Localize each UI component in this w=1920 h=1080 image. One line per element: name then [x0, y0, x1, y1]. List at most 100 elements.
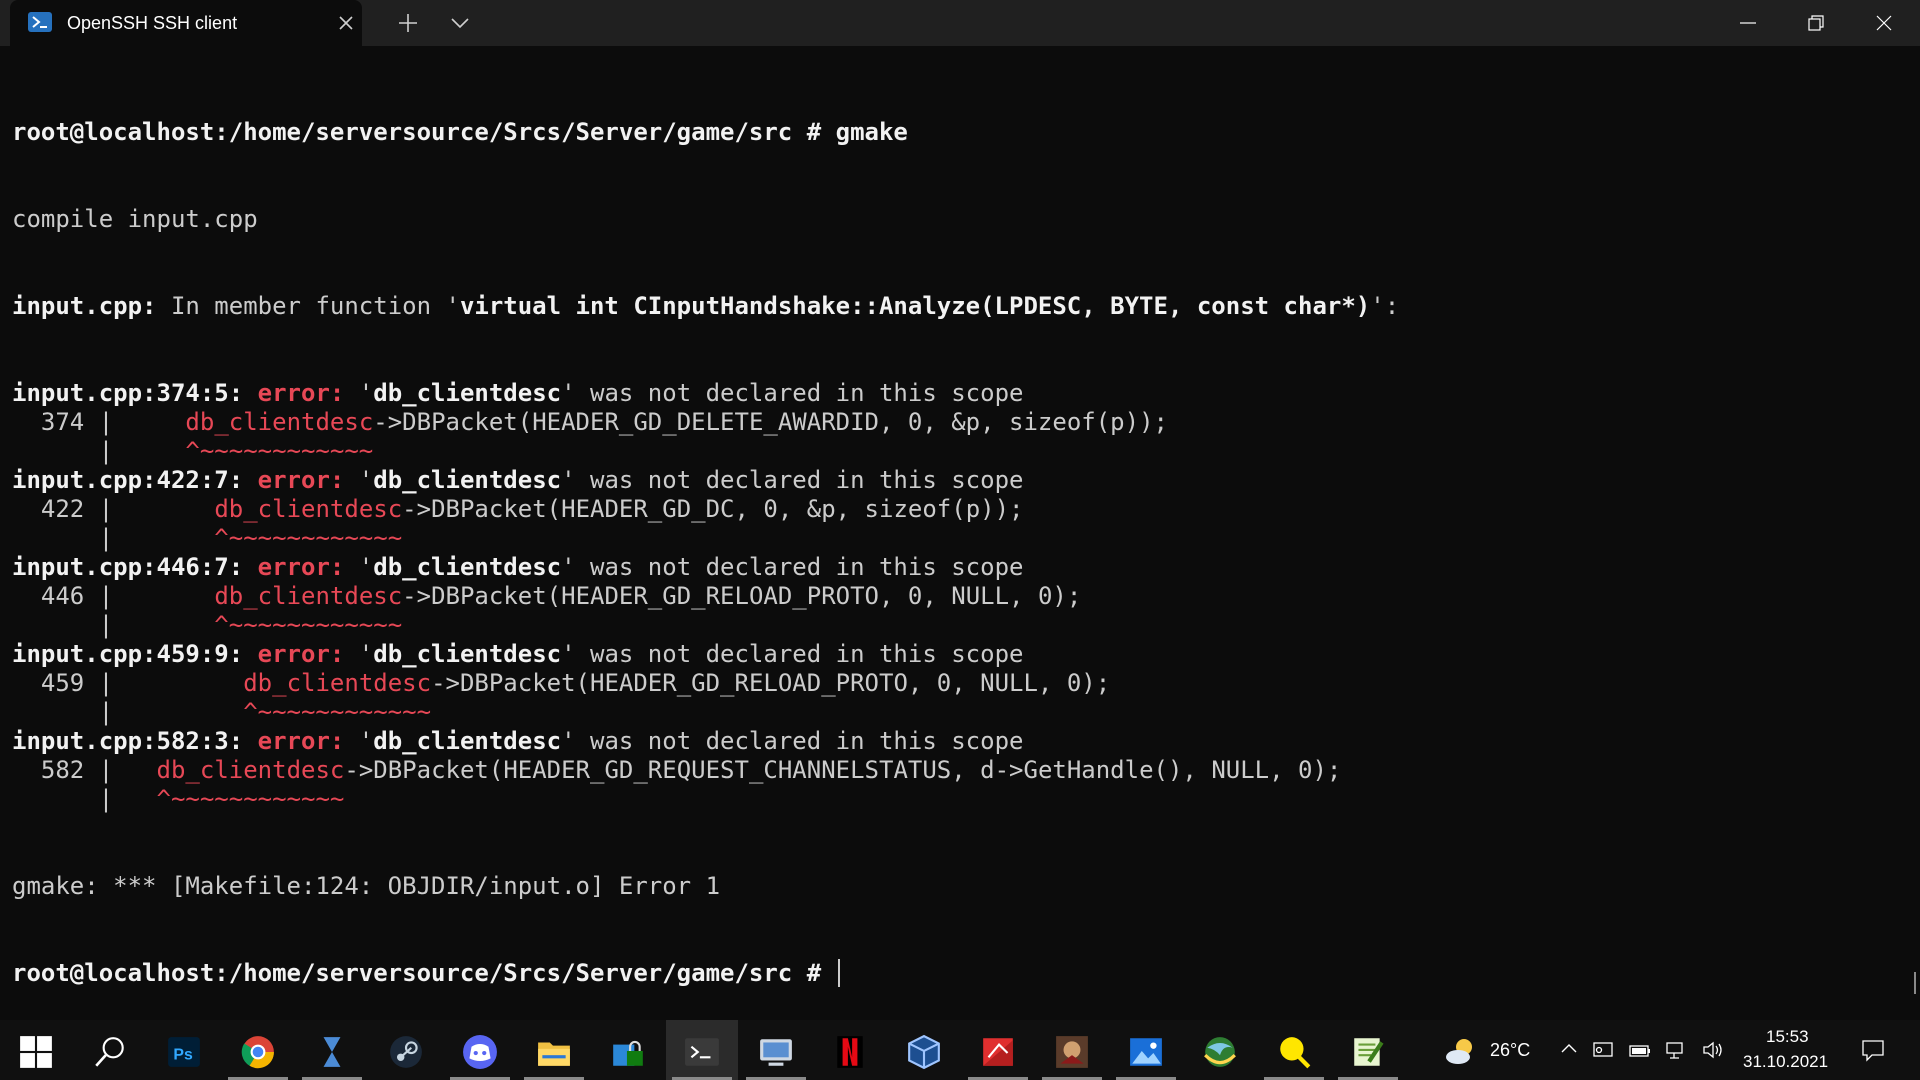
caret-marker: ^~~~~~~~~~~~~: [243, 698, 432, 726]
minimize-button[interactable]: [1714, 0, 1782, 46]
compile-line: compile input.cpp: [12, 205, 258, 233]
highlighted-identifier: db_clientdesc: [214, 582, 403, 610]
marker-line: | ^~~~~~~~~~~~~: [12, 524, 1399, 553]
taskbar-remote-desktop-button[interactable]: [740, 1020, 812, 1080]
gutter: |: [12, 698, 128, 726]
gutter: |: [12, 785, 128, 813]
taskbar-hourglass-app-button[interactable]: [296, 1020, 368, 1080]
magnifier-icon: [1280, 1037, 1311, 1069]
error-label: error:: [257, 379, 345, 407]
source-line: 582 | db_clientdesc->DBPacket(HEADER_GD_…: [12, 756, 1399, 785]
error-label: error:: [257, 727, 345, 755]
context-end: ':: [1370, 292, 1400, 320]
close-button[interactable]: [1850, 0, 1918, 46]
clock[interactable]: 15:53 31.10.2021: [1738, 1020, 1848, 1080]
taskbar-photoshop-button[interactable]: Ps: [148, 1020, 220, 1080]
quote: ': [358, 727, 374, 755]
marker-line: | ^~~~~~~~~~~~~: [12, 611, 1399, 640]
taskbar-start-button[interactable]: [0, 1020, 72, 1080]
error-location: input.cpp:374:5:: [12, 379, 244, 407]
source-line: 446 | db_clientdesc->DBPacket(HEADER_GD_…: [12, 582, 1399, 611]
discord-icon: [463, 1035, 497, 1069]
restore-button[interactable]: [1782, 0, 1850, 46]
error-location: input.cpp:446:7:: [12, 553, 244, 581]
taskbar-discord-button[interactable]: [444, 1020, 516, 1080]
command: gmake: [835, 118, 908, 146]
scrollbar[interactable]: [1914, 972, 1916, 994]
taskbar-steam-button[interactable]: [370, 1020, 442, 1080]
final-prompt-line: root@localhost:/home/serversource/Srcs/S…: [12, 959, 1399, 988]
minimize-icon: [1740, 22, 1756, 24]
start-icon: [20, 1036, 52, 1068]
tab-openssh[interactable]: OpenSSH SSH client: [10, 0, 362, 46]
steam-icon: [390, 1036, 422, 1068]
marker-line: | ^~~~~~~~~~~~~: [12, 698, 1399, 727]
search-icon: [95, 1037, 124, 1067]
pdf-reader-icon: [983, 1038, 1013, 1066]
svg-text:Ps: Ps: [173, 1046, 193, 1063]
wired-network-icon[interactable]: [1666, 1040, 1688, 1060]
volume-icon[interactable]: [1702, 1040, 1726, 1060]
error-identifier: db_clientdesc: [373, 553, 562, 581]
chevron-up-icon[interactable]: [1560, 1040, 1578, 1058]
line-number: 582: [40, 756, 85, 784]
action-center-icon[interactable]: [1860, 1037, 1886, 1063]
title-bar: OpenSSH SSH client: [0, 0, 1920, 46]
taskbar-search-button[interactable]: [74, 1020, 146, 1080]
gutter: |: [84, 408, 128, 436]
taskbar-terminal-button[interactable]: [666, 1020, 738, 1080]
weather-widget[interactable]: 26°C: [1444, 1020, 1530, 1080]
taskbar-file-explorer-button[interactable]: [518, 1020, 590, 1080]
error-identifier: db_clientdesc: [373, 379, 562, 407]
tab-title: OpenSSH SSH client: [67, 13, 238, 33]
line-number: 459: [40, 669, 85, 697]
plus-icon[interactable]: [396, 11, 420, 35]
error-message: ' was not declared in this scope: [561, 379, 1024, 407]
source-line: 374 | db_clientdesc->DBPacket(HEADER_GD_…: [12, 408, 1399, 437]
network-drive-icon[interactable]: [1592, 1040, 1614, 1060]
terminal-pane[interactable]: root@localhost:/home/serversource/Srcs/S…: [0, 46, 1920, 1020]
battery-icon[interactable]: [1628, 1040, 1652, 1060]
source-code: ->DBPacket(HEADER_GD_DC, 0, &p, sizeof(p…: [402, 495, 1024, 523]
taskbar-chrome-button[interactable]: [222, 1020, 294, 1080]
error-location: input.cpp:582:3:: [12, 727, 244, 755]
quote: ': [358, 553, 374, 581]
gutter: |: [84, 495, 128, 523]
context-func: virtual int CInputHandshake::Analyze(LPD…: [459, 292, 1371, 320]
error-list: input.cpp:374:5: error: 'db_clientdesc' …: [12, 379, 1399, 814]
marker-line: | ^~~~~~~~~~~~~: [12, 785, 1399, 814]
gutter: |: [12, 611, 128, 639]
taskbar-game-button[interactable]: [1036, 1020, 1108, 1080]
prompt: root@localhost:/home/serversource/Srcs/S…: [12, 118, 793, 146]
taskbar-browser-globe-button[interactable]: [1184, 1020, 1256, 1080]
photos-icon: [1130, 1038, 1162, 1066]
restore-icon: [1808, 15, 1824, 31]
error-message: ' was not declared in this scope: [561, 553, 1024, 581]
line-number: 446: [40, 582, 85, 610]
context-line: input.cpp: In member function 'virtual i…: [12, 292, 1399, 321]
taskbar-pdf-reader-button[interactable]: [962, 1020, 1034, 1080]
virtualbox-icon: [908, 1034, 940, 1070]
taskbar-netflix-button[interactable]: [814, 1020, 886, 1080]
tab-close-icon[interactable]: [335, 12, 357, 34]
taskbar-secure-folder-button[interactable]: [592, 1020, 664, 1080]
taskbar-magnifier-button[interactable]: [1258, 1020, 1330, 1080]
gutter: |: [12, 437, 128, 465]
taskbar-virtualbox-button[interactable]: [888, 1020, 960, 1080]
highlighted-identifier: db_clientdesc: [243, 669, 432, 697]
taskbar-photos-button[interactable]: [1110, 1020, 1182, 1080]
error-message: ' was not declared in this scope: [561, 466, 1024, 494]
chevron-down-icon[interactable]: [448, 11, 472, 35]
command-line: root@localhost:/home/serversource/Srcs/S…: [12, 118, 1399, 147]
gutter: |: [12, 524, 128, 552]
marker-line: | ^~~~~~~~~~~~~: [12, 437, 1399, 466]
taskbar-notepad-plus-button[interactable]: [1332, 1020, 1404, 1080]
